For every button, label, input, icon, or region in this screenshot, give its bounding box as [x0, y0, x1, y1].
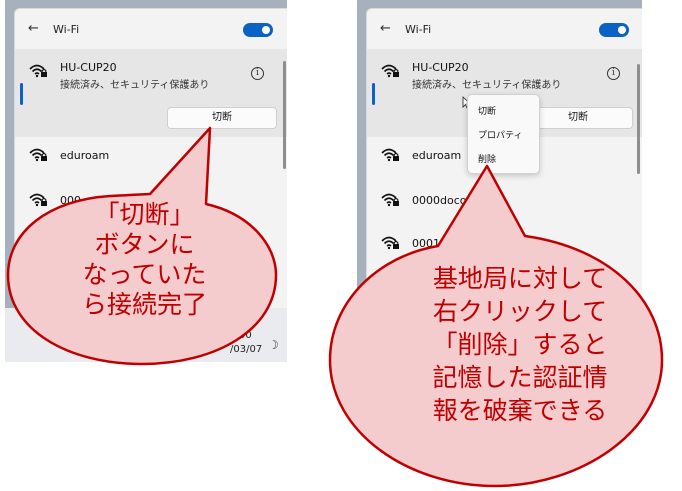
callout-line: 「削除」すると: [432, 330, 608, 359]
callout-line: ボタンに: [94, 230, 195, 259]
callout-line: 報を破棄できる: [432, 396, 608, 425]
callout-line: 右クリックして: [432, 297, 608, 326]
callout-line: 基地局に対して: [432, 264, 608, 293]
callout-line: ら接続完了: [81, 290, 207, 319]
callout-text-left: 「切断」 ボタンに なっていた ら接続完了: [22, 200, 267, 320]
callout-text-right: 基地局に対して 右クリックして 「削除」すると 記憶した認証情 報を破棄できる: [360, 262, 680, 427]
callout-line: なっていた: [82, 260, 207, 289]
callout-line: 記憶した認証情: [432, 363, 608, 392]
callout-line: 「切断」: [94, 200, 195, 229]
